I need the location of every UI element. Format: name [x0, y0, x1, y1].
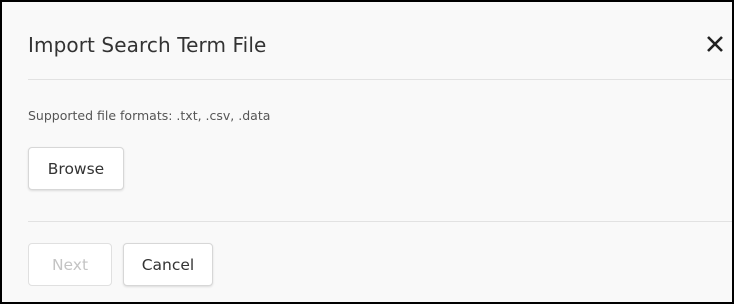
import-dialog: Import Search Term File Supported file f… — [0, 0, 734, 304]
dialog-title: Import Search Term File — [28, 33, 267, 57]
footer-divider — [28, 221, 732, 222]
header-divider — [28, 79, 732, 80]
next-button[interactable]: Next — [28, 243, 112, 286]
cancel-button[interactable]: Cancel — [123, 243, 213, 286]
supported-formats-text: Supported file formats: .txt, .csv, .dat… — [28, 108, 271, 123]
close-icon — [707, 36, 723, 52]
close-button[interactable] — [702, 31, 728, 57]
browse-button[interactable]: Browse — [28, 147, 124, 190]
